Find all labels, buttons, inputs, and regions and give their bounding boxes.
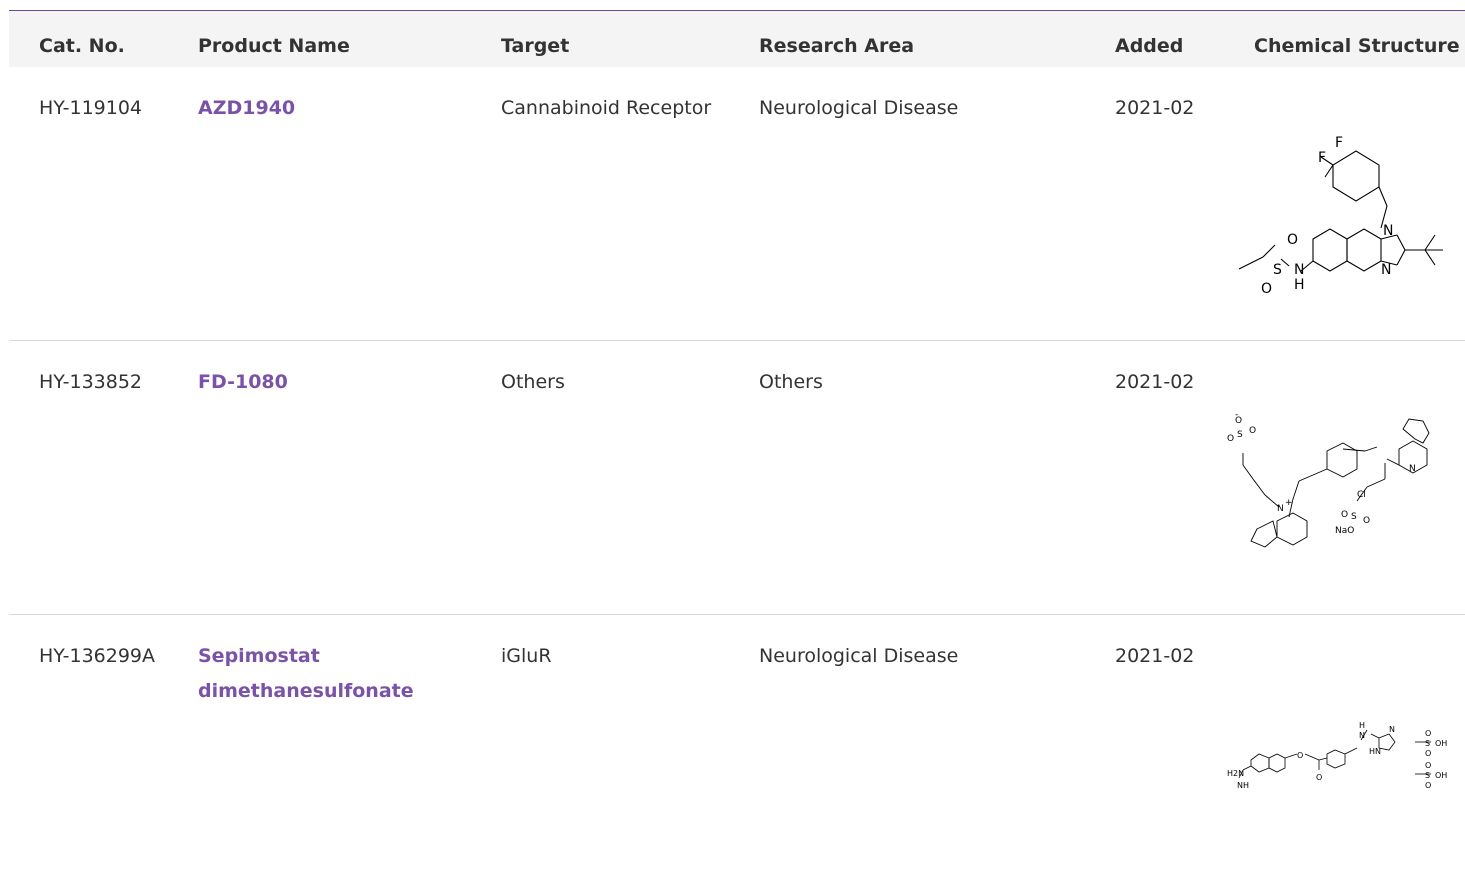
atom-label: O (1297, 751, 1303, 760)
atom-label: H (1294, 277, 1305, 293)
header-product-name: Product Name (198, 35, 350, 57)
product-table: Cat. No. Product Name Target Research Ar… (9, 10, 1465, 888)
atom-label: O (1287, 232, 1298, 248)
target: iGluR (501, 645, 552, 667)
research-area: Neurological Disease (759, 645, 959, 667)
cat-no: HY-133852 (39, 371, 143, 393)
product-link[interactable]: FD-1080 (198, 365, 478, 400)
added-date: 2021-02 (1115, 97, 1195, 119)
table-row: HY-133852 FD-1080 Others Others 2021-02 (9, 341, 1465, 615)
cat-no: HY-119104 (39, 97, 143, 119)
atom-label: N (1381, 262, 1391, 278)
atom-label: HN (1369, 747, 1381, 756)
atom-label: N (1389, 725, 1395, 734)
table-row: HY-136299A Sepimostat dimethanesulfonate… (9, 615, 1465, 888)
atom-label: S (1273, 262, 1282, 278)
header-structure: Chemical Structure (1254, 35, 1460, 57)
atom-label: O (1316, 773, 1322, 782)
chemical-structure-image[interactable]: H2N NH O O H N HN N S O O OH S O O OH (1219, 708, 1455, 808)
atom-label: O (1249, 426, 1256, 436)
cat-no: HY-136299A (39, 645, 156, 667)
added-date: 2021-02 (1115, 645, 1195, 667)
atom-label: S (1425, 739, 1430, 748)
atom-label: O (1341, 510, 1348, 520)
header-research-area: Research Area (759, 35, 915, 57)
product-link[interactable]: Sepimostat dimethanesulfonate (198, 639, 478, 709)
research-area: Others (759, 371, 823, 393)
atom-label: NaO (1335, 526, 1354, 536)
atom-label: S (1351, 512, 1357, 522)
atom-label: O (1425, 761, 1431, 770)
chemical-structure-image[interactable]: O - S O O N + N Cl S O O NaO (1217, 409, 1449, 549)
atom-label: S (1425, 771, 1430, 780)
target: Others (501, 371, 565, 393)
atom-label: F (1318, 150, 1326, 166)
atom-label: Cl (1357, 490, 1366, 500)
atom-label: O (1363, 516, 1370, 526)
atom-label: N (1359, 731, 1365, 740)
header-added: Added (1115, 35, 1184, 57)
chemical-structure-image[interactable]: F F N N O O S N H (1221, 111, 1451, 311)
atom-label: OH (1435, 739, 1447, 748)
atom-label: N (1294, 262, 1304, 278)
atom-label: + (1285, 498, 1293, 508)
atom-label: N (1409, 464, 1416, 474)
atom-label: F (1335, 135, 1343, 151)
atom-label: H2N (1227, 769, 1244, 778)
atom-label: N (1277, 504, 1284, 514)
table-header: Cat. No. Product Name Target Research Ar… (9, 11, 1465, 67)
target: Cannabinoid Receptor (501, 97, 712, 119)
header-cat-no: Cat. No. (39, 35, 125, 57)
atom-label: NH (1237, 781, 1249, 790)
atom-label: O (1425, 781, 1431, 790)
atom-label: O (1425, 729, 1431, 738)
product-link[interactable]: AZD1940 (198, 91, 478, 126)
atom-label: O (1227, 434, 1234, 444)
table-row: HY-119104 AZD1940 Cannabinoid Receptor N… (9, 67, 1465, 341)
atom-label: OH (1435, 771, 1447, 780)
header-target: Target (501, 35, 570, 57)
research-area: Neurological Disease (759, 97, 959, 119)
atom-label: H (1359, 721, 1365, 730)
atom-label: O (1261, 281, 1272, 297)
atom-label: S (1237, 430, 1243, 440)
added-date: 2021-02 (1115, 371, 1195, 393)
atom-label: O (1425, 749, 1431, 758)
atom-label: - (1235, 410, 1238, 420)
atom-label: N (1383, 223, 1393, 239)
